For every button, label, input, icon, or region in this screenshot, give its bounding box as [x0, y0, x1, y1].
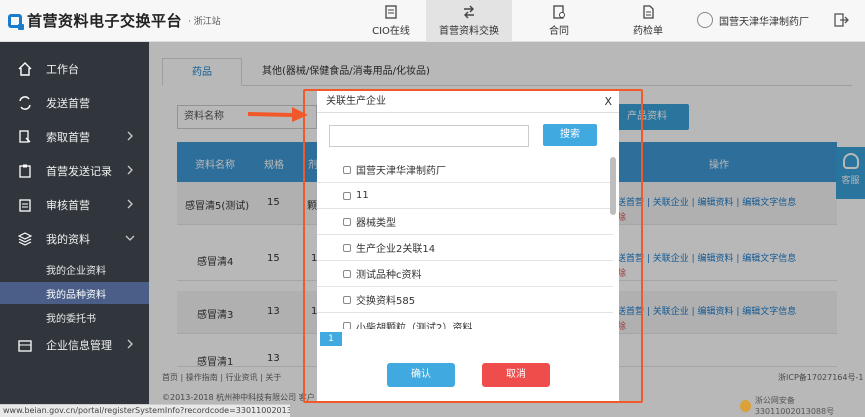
sync-icon — [19, 96, 31, 110]
user-menu[interactable]: 国营天津华津制药厂 — [697, 12, 809, 28]
nav-label: CIO在线 — [372, 26, 410, 37]
sidebar-item-label: 索取首营 — [46, 131, 90, 144]
request-icon — [19, 130, 31, 143]
top-header: 首营资料电子交换平台 · 浙江站 CIO在线 首营资料交换 合同 药检单 国营天… — [0, 0, 865, 42]
sidebar-subitem-company[interactable]: 我的企业资料 — [0, 258, 149, 280]
police-badge-icon — [740, 400, 751, 412]
chevron-right-icon — [127, 339, 133, 349]
chevron-down-icon — [125, 235, 135, 241]
site-logo[interactable]: 首营资料电子交换平台 · 浙江站 — [8, 10, 221, 31]
review-icon — [19, 199, 31, 212]
nav-inspection-report[interactable]: 药检单 — [620, 0, 676, 42]
sidebar-item-label: 首营发送记录 — [46, 165, 112, 178]
clipboard-icon — [19, 164, 31, 178]
sidebar-item-label: 我的资料 — [46, 233, 90, 246]
layers-icon — [18, 232, 32, 246]
sidebar-item-review[interactable]: 审核首营 — [0, 188, 149, 222]
chevron-right-icon — [127, 165, 133, 175]
red-arrow-icon — [248, 107, 308, 122]
nav-cio-online[interactable]: CIO在线 — [357, 0, 425, 42]
police-record-text: 浙公网安备 33011002013088号 — [754, 396, 835, 416]
sidebar-item-send[interactable]: 发送首营 — [0, 86, 149, 120]
nav-label: 首营资料交换 — [439, 26, 499, 37]
sidebar-item-label: 发送首营 — [46, 97, 90, 110]
sidebar: 工作台 发送首营 索取首营 首营发送记录 审核首营 我的资料 我的企业资料 我的… — [0, 42, 149, 417]
sidebar-item-label: 审核首营 — [46, 199, 90, 212]
highlight-frame — [303, 89, 643, 403]
sidebar-item-send-records[interactable]: 首营发送记录 — [0, 154, 149, 188]
sidebar-item-company-info[interactable]: 企业信息管理 — [0, 328, 149, 362]
logo-icon — [8, 13, 24, 30]
sidebar-item-my-materials[interactable]: 我的资料 — [0, 222, 149, 256]
police-record[interactable]: 浙公网安备 33011002013088号 — [740, 395, 865, 417]
nav-label: 合同 — [549, 26, 569, 37]
nav-exchange[interactable]: 首营资料交换 — [426, 0, 512, 42]
contract-icon — [553, 5, 565, 19]
sidebar-item-request[interactable]: 索取首营 — [0, 120, 149, 154]
browser-status-url: www.beian.gov.cn/portal/registerSystemIn… — [0, 404, 290, 417]
nav-contract[interactable]: 合同 — [533, 0, 585, 42]
user-name: 国营天津华津制药厂 — [719, 16, 809, 28]
logo-subtitle: · 浙江站 — [188, 17, 221, 27]
sidebar-subitem-products[interactable]: 我的品种资料 — [0, 282, 149, 304]
chevron-right-icon — [127, 131, 133, 141]
logo-title: 首营资料电子交换平台 — [27, 12, 183, 30]
sidebar-item-dashboard[interactable]: 工作台 — [0, 52, 149, 86]
home-icon — [18, 62, 32, 76]
report-icon — [643, 5, 654, 19]
building-icon — [18, 340, 32, 352]
sidebar-item-label: 工作台 — [46, 63, 79, 76]
document-icon — [385, 5, 397, 19]
sidebar-item-label: 企业信息管理 — [46, 339, 112, 352]
nav-label: 药检单 — [633, 26, 663, 37]
exchange-icon — [464, 5, 474, 19]
avatar-icon — [697, 12, 713, 28]
sidebar-subitem-authorization[interactable]: 我的委托书 — [0, 306, 149, 328]
logout-icon[interactable] — [833, 12, 849, 28]
chevron-right-icon — [127, 199, 133, 209]
